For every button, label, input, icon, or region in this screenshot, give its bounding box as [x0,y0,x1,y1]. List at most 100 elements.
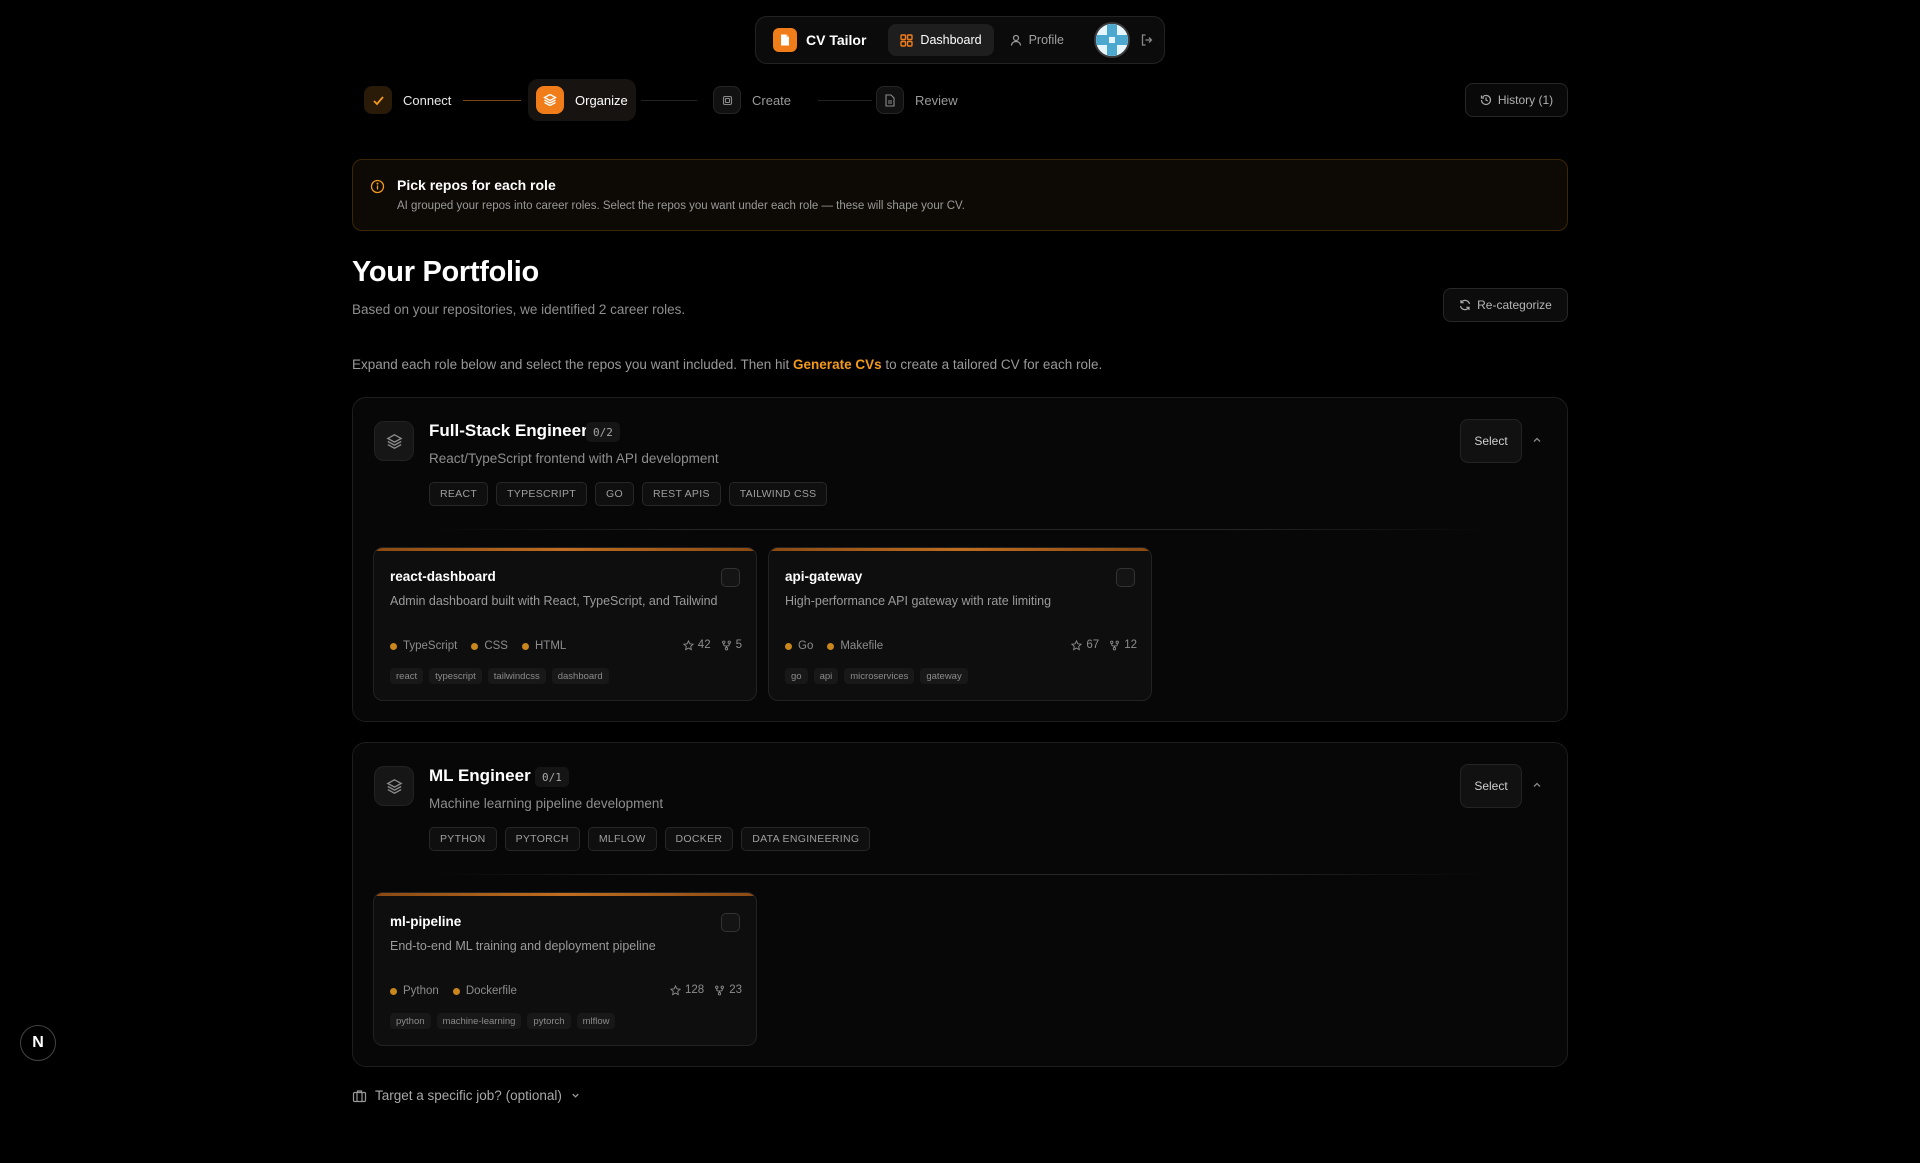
language-name: Dockerfile [465,985,517,997]
forks: 5 [721,639,742,651]
skill-tag: GO [595,482,634,506]
fork-icon [721,640,731,650]
divider [429,874,1489,875]
nav-profile[interactable]: Profile [1000,24,1074,56]
dashboard-icon [900,33,914,47]
repo-checkbox[interactable] [721,913,740,932]
role-card-ml-engineer: ML Engineer 0/1 Machine learning pipelin… [352,742,1568,1067]
brand-name[interactable]: CV Tailor [806,32,866,48]
repo-card[interactable]: api-gateway High-performance API gateway… [768,547,1152,701]
select-all-button[interactable]: Select [1460,419,1522,463]
topic-tag: react [390,668,424,684]
language-name: Go [798,640,814,652]
language-dot [827,642,835,650]
star-count: 67 [1086,639,1100,651]
star-count: 128 [685,984,705,996]
language-dot [390,987,397,995]
fork-icon [715,985,725,995]
skill-tag: DATA ENGINEERING [741,827,871,851]
topic-tag: gateway [920,668,968,684]
role-name[interactable]: Full-Stack Engineer [429,421,588,441]
role-card-full-stack: Full-Stack Engineer 0/2 React/TypeScript… [352,397,1568,722]
step-label: Connect [403,92,452,108]
page-subtitle: Based on your repositories, we identifie… [352,302,686,317]
avatar[interactable] [1094,22,1131,58]
step-label: Create [752,92,792,108]
dev-tools-badge[interactable]: N [20,1025,56,1061]
repo-card[interactable]: react-dashboard Admin dashboard built wi… [373,547,757,701]
repo-topics: go api microservices gateway [785,668,968,684]
history-button[interactable]: History (1) [1465,83,1568,117]
role-description: React/TypeScript frontend with API devel… [429,451,719,466]
repo-description: End-to-end ML training and deployment pi… [390,939,656,953]
topic-tag: microservices [844,668,915,684]
history-icon [1480,94,1491,106]
language-dot [390,642,397,650]
topic-tag: typescript [429,668,482,684]
history-label: History (1) [1497,93,1554,107]
fork-icon [1110,640,1120,650]
language-name: CSS [484,640,508,652]
language: Dockerfile [452,985,517,997]
repo-name: api-gateway [785,569,863,584]
skill-tag: PYTHON [429,827,497,851]
skill-tag: REST APIS [641,482,721,506]
repo-card[interactable]: ml-pipeline End-to-end ML training and d… [373,892,757,1046]
step-organize[interactable]: Organize [528,79,636,121]
layers-icon [536,86,564,114]
nav-profile-label: Profile [1028,33,1065,47]
instructions-after: to create a tailored CV for each role. [881,357,1103,372]
repo-name: ml-pipeline [390,914,462,929]
repo-name: react-dashboard [390,569,496,584]
step-create[interactable]: Create [713,84,791,116]
topic-tag: dashboard [551,668,609,684]
chevron-up-icon[interactable] [1531,434,1543,446]
stars: 42 [682,639,711,651]
logout-icon[interactable] [1140,33,1154,47]
forks: 12 [1109,639,1137,651]
chevron-up-icon[interactable] [1531,779,1543,791]
stars: 128 [670,984,704,996]
role-description: Machine learning pipeline development [429,796,664,811]
page-title: Your Portfolio [352,256,539,288]
repo-stats: 42 5 [682,639,742,651]
fork-count: 12 [1124,639,1137,651]
topic-tag: tailwindcss [487,668,546,684]
instructions: Expand each role below and select the re… [352,357,1102,372]
user-icon [1010,34,1021,46]
language-dot [521,642,529,650]
language-name: TypeScript [403,640,458,652]
role-count-badge: 0/1 [535,767,569,787]
step-connect[interactable]: Connect [364,84,451,116]
info-banner: Pick repos for each role AI grouped your… [352,159,1568,231]
repo-topics: react typescript tailwindcss dashboard [390,668,609,684]
step-review[interactable]: Review [876,84,958,116]
language-name: Python [403,985,439,997]
repo-languages: Go Makefile [785,640,883,652]
language: Go [785,640,813,652]
recategorize-button[interactable]: Re-categorize [1443,288,1568,322]
nav-dashboard-label: Dashboard [920,33,982,47]
logo-icon[interactable] [773,28,797,52]
cpu-icon [713,86,741,114]
forks: 23 [714,984,742,996]
repo-accent-bar [374,893,756,896]
repo-checkbox[interactable] [1116,568,1135,587]
instructions-highlight: Generate CVs [793,357,882,372]
select-all-button[interactable]: Select [1460,764,1522,808]
role-name[interactable]: ML Engineer [429,766,531,786]
nav-dashboard[interactable]: Dashboard [888,24,994,56]
language: HTML [521,640,566,652]
check-icon [364,86,392,114]
topic-tag: api [813,668,839,684]
target-job-toggle[interactable]: Target a specific job? (optional) [352,1088,581,1103]
banner-text: AI grouped your repos into career roles.… [397,200,965,212]
skill-tag: MLFLOW [587,827,657,851]
file-icon [876,86,904,114]
info-icon [370,179,385,194]
repo-checkbox[interactable] [721,568,740,587]
skill-tag: PYTORCH [504,827,580,851]
repo-description: Admin dashboard built with React, TypeSc… [390,594,718,608]
layers-icon [374,766,414,806]
repo-stats: 128 23 [670,984,742,996]
